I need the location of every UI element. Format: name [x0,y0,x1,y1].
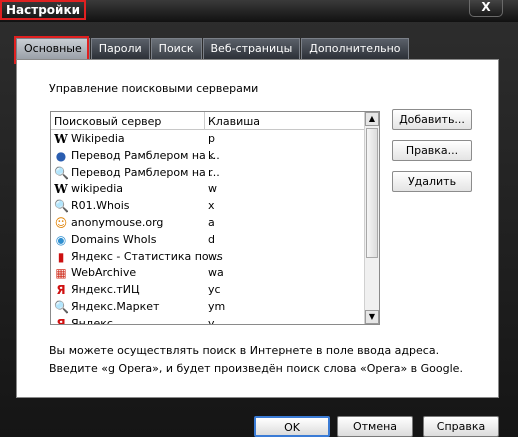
server-key: k [208,148,215,162]
column-divider[interactable] [204,112,205,130]
server-name: R01.Whois [71,199,130,213]
webarchive-icon: ▦ [55,266,67,281]
list-item[interactable]: ▦ WebArchive wa [51,265,366,282]
server-name: Яндекс.Маркет [71,299,160,313]
tab-advanced[interactable]: Дополнительно [301,38,409,59]
hint-line-1: Вы можете осуществлять поиск в Интернете… [49,344,440,357]
server-key: x [208,199,215,213]
list-item[interactable]: ▮ Яндекс - Статистика по... ws [51,249,366,266]
close-button[interactable]: X [469,0,503,17]
list-item[interactable]: ◉ Domains WhoIs d [51,232,366,249]
search-server-list[interactable]: Поисковый сервер Клавиша W Wikipedia p ● Пер… [50,111,380,325]
section-title: Управление поисковыми серверами [49,82,259,95]
bar-chart-icon: ▮ [57,249,65,264]
tab-passwords[interactable]: Пароли [90,38,150,59]
server-key: ym [208,299,226,313]
delete-button[interactable]: Удалить [392,171,472,192]
hint-line-2: Введите «g Opera», и будет произведён по… [49,362,463,375]
rambler-icon: ● [55,148,67,163]
anonymouse-icon: ☺ [54,215,68,230]
wikipedia-icon: W [54,132,68,146]
server-name: Domains WhoIs [71,232,157,246]
list-item[interactable]: 🔍 Перевод Рамблером на ... r [51,165,366,182]
tab-search[interactable]: Поиск [150,38,202,59]
server-name: Перевод Рамблером на ... [71,165,220,179]
list-item[interactable]: Я Яндекс.тИЦ yc [51,282,366,299]
scroll-up-icon[interactable]: ▲ [365,112,379,126]
server-name: Перевод Рамблером на ... [71,148,220,162]
server-name: Яндекс [71,316,113,325]
edit-button[interactable]: Правка... [392,140,472,161]
list-header: Поисковый сервер Клавиша [51,112,366,130]
server-key: y [208,316,215,325]
server-key: wa [208,266,224,280]
list-item[interactable]: 🔍 R01.Whois x [51,198,366,215]
cancel-button[interactable]: Отмена [337,416,413,437]
server-name: Яндекс - Статистика по... [71,249,220,263]
yandex-icon: Я [56,316,66,325]
globe-icon: ◉ [55,232,67,247]
list-item[interactable]: ☺ anonymouse.org a [51,215,366,232]
list-item[interactable]: Wwikipedia w [51,181,366,198]
tab-web-pages[interactable]: Веб-страницы [202,38,301,59]
server-key: d [208,232,215,246]
server-key: p [208,132,215,145]
server-key: yc [208,283,221,297]
server-key: w [208,182,217,196]
wikipedia-icon: W [54,182,68,197]
add-button[interactable]: Добавить... [392,109,472,130]
yandex-icon: Я [56,283,66,298]
magnifier-icon: 🔍 [54,165,69,180]
search-settings-panel: Управление поисковыми серверами Поисковы… [16,59,499,398]
server-name: WebArchive [71,266,137,280]
server-name: wikipedia [71,182,124,196]
column-header-server[interactable]: Поисковый сервер [54,115,161,128]
title-highlight-box [0,0,86,20]
server-name: Wikipedia [71,132,125,145]
magnifier-icon: 🔍 [54,199,69,214]
list-scrollbar[interactable]: ▲ ▼ [364,112,379,324]
scroll-down-icon[interactable]: ▼ [365,310,379,324]
list-item[interactable]: 🔍 Яндекс.Маркет ym [51,299,366,316]
server-name: Яндекс.тИЦ [71,283,140,297]
list-item[interactable]: W Wikipedia p [51,131,366,148]
list-item[interactable]: Я Яндекс y [51,316,366,325]
server-key: a [208,215,215,229]
ok-button[interactable]: OK [254,416,330,437]
magnifier-icon: 🔍 [54,299,69,314]
help-button[interactable]: Справка [423,416,499,437]
server-name: anonymouse.org [71,215,164,229]
server-rows: W Wikipedia p ● Перевод Рамблером на ... k 🔍 Пе… [51,131,366,325]
server-key: r [208,165,213,179]
settings-dialog: Настройки X Основные Пароли Поиск Веб-ст… [0,0,518,437]
server-key: ws [208,249,223,263]
column-header-key[interactable]: Клавиша [208,115,260,128]
list-item[interactable]: ● Перевод Рамблером на ... k [51,148,366,165]
scroll-thumb[interactable] [366,128,378,258]
title-bar: Настройки X [0,0,518,22]
